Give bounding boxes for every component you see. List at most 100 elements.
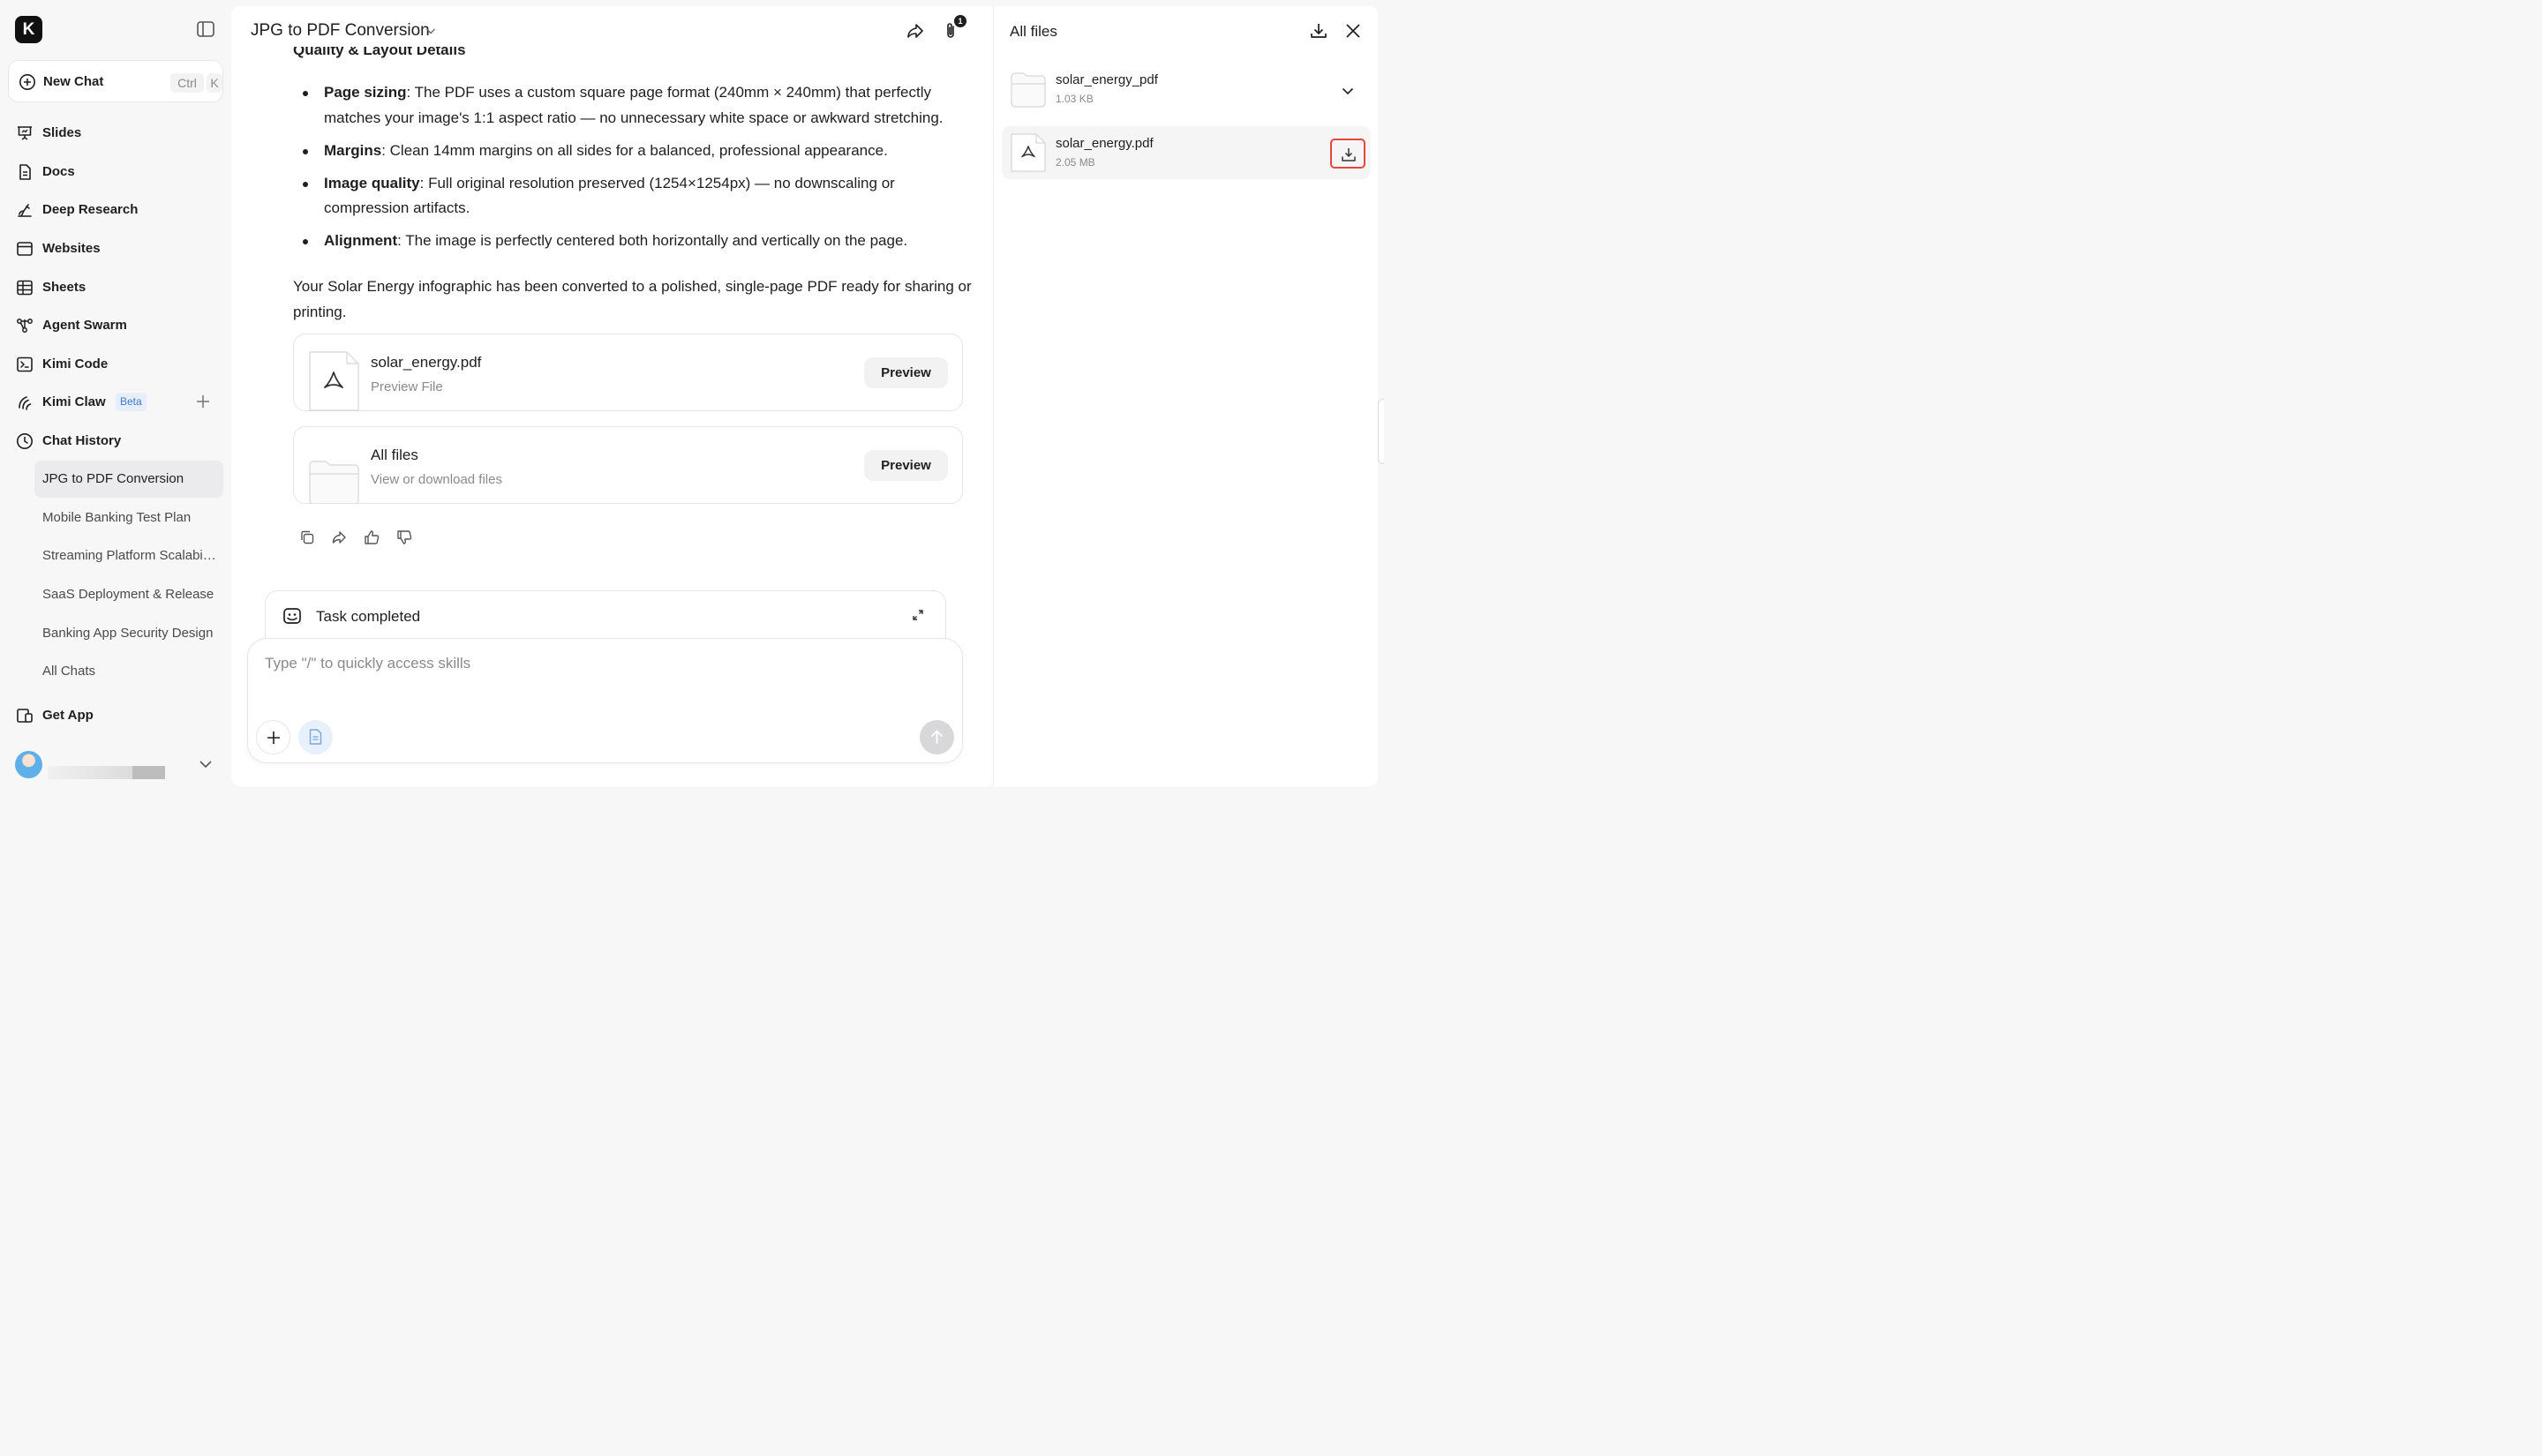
chevron-down-icon[interactable] [1340, 83, 1356, 99]
shortcut-k: K [207, 73, 222, 93]
message-composer[interactable]: Type "/" to quickly access skills [247, 638, 963, 763]
files-panel: All files solar_energy_pdf 1.03 KB solar… [993, 6, 1378, 786]
pdf-file-icon [1011, 133, 1046, 172]
chat-title[interactable]: JPG to PDF Conversion [251, 21, 430, 41]
file-size: 2.05 MB [1056, 156, 1095, 169]
preview-button[interactable]: Preview [864, 450, 948, 481]
download-file-button[interactable] [1330, 139, 1365, 169]
add-attachment-button[interactable] [256, 720, 290, 754]
document-icon [309, 729, 322, 745]
arrow-up-icon [931, 730, 943, 744]
sidebar-item-label: Kimi Claw [42, 394, 106, 409]
agent-swarm-icon [17, 319, 33, 333]
add-icon[interactable] [195, 394, 211, 409]
docs-icon [19, 164, 31, 180]
file-subtitle: Preview File [371, 379, 443, 394]
history-item[interactable]: JPG to PDF Conversion [34, 461, 223, 498]
preview-button[interactable]: Preview [864, 357, 948, 388]
history-item[interactable]: Streaming Platform Scalability [34, 537, 223, 574]
device-icon [17, 709, 33, 723]
history-item-label: JPG to PDF Conversion [42, 471, 184, 486]
avatar[interactable] [15, 751, 42, 778]
sidebar-item-slides[interactable]: Slides [8, 116, 223, 151]
doc-mode-button[interactable] [298, 720, 333, 754]
sidebar-item-deep-research[interactable]: Deep Research [8, 192, 223, 228]
sidebar-item-label: Slides [42, 125, 82, 140]
task-status-label: Task completed [316, 608, 421, 625]
sheets-icon [17, 280, 33, 296]
list-item: Image quality: Full original resolution … [293, 171, 968, 221]
beta-badge: Beta [116, 393, 147, 411]
expand-icon[interactable] [912, 609, 924, 621]
sidebar-item-docs[interactable]: Docs [8, 154, 223, 190]
plus-circle-icon [19, 74, 35, 90]
plus-icon [267, 732, 280, 744]
chat-main: JPG to PDF Conversion 1 Quality & Layout… [231, 6, 994, 786]
all-files-card[interactable]: All files View or download files Preview [293, 426, 963, 504]
file-name: solar_energy.pdf [371, 354, 482, 371]
copy-icon[interactable] [299, 529, 315, 545]
chevron-down-icon[interactable] [198, 756, 214, 772]
share-icon[interactable] [906, 21, 925, 41]
composer-placeholder[interactable]: Type "/" to quickly access skills [265, 655, 470, 672]
new-chat-button[interactable]: New Chat Ctrl K [8, 60, 223, 102]
new-chat-label: New Chat [43, 74, 104, 89]
folder-icon [1011, 72, 1046, 108]
pdf-file-row[interactable]: solar_energy.pdf 2.05 MB [1002, 126, 1371, 179]
kimi-logo[interactable]: K [15, 16, 42, 43]
sidebar-item-label: Websites [42, 241, 101, 256]
all-chats-link[interactable]: All Chats [34, 653, 223, 690]
chevron-down-icon[interactable] [425, 25, 437, 37]
sidebar-item-agent-swarm[interactable]: Agent Swarm [8, 308, 223, 343]
sidebar-item-sheets[interactable]: Sheets [8, 270, 223, 305]
code-icon [17, 356, 33, 372]
folder-icon [309, 461, 359, 504]
deep-research-icon [18, 204, 32, 217]
file-size: 1.03 KB [1056, 93, 1094, 105]
download-icon [1342, 148, 1356, 161]
clock-icon [17, 433, 33, 449]
bullet-list: Page sizing: The PDF uses a custom squar… [293, 80, 968, 261]
sidebar-item-label: Chat History [42, 433, 122, 448]
download-all-icon[interactable] [1309, 21, 1328, 41]
slides-icon [18, 126, 32, 140]
sidebar-item-label: Sheets [42, 280, 86, 295]
sidebar-item-websites[interactable]: Websites [8, 231, 223, 266]
history-item[interactable]: Mobile Banking Test Plan [34, 499, 223, 537]
get-app-button[interactable]: Get App [8, 698, 223, 733]
file-name: solar_energy_pdf [1056, 72, 1158, 87]
send-button[interactable] [920, 720, 954, 754]
sidebar-toggle-icon[interactable] [197, 21, 214, 37]
history-item-label: Mobile Banking Test Plan [42, 510, 192, 525]
sidebar-item-label: Agent Swarm [42, 318, 127, 333]
attachment-count-badge: 1 [954, 15, 966, 27]
list-item: Alignment: The image is perfectly center… [293, 229, 968, 254]
claw-icon [19, 396, 32, 410]
share-icon[interactable] [331, 529, 347, 545]
sidebar-item-chat-history[interactable]: Chat History [8, 424, 223, 459]
all-chats-label: All Chats [42, 664, 96, 679]
panel-edge-handle[interactable] [1378, 399, 1384, 464]
history-item-label: Banking App Security Design [42, 626, 214, 641]
task-status-card[interactable]: Task completed [265, 590, 946, 643]
sidebar-item-label: Docs [42, 164, 75, 179]
pdf-file-card[interactable]: solar_energy.pdf Preview File Preview [293, 334, 963, 411]
thumbs-down-icon[interactable] [396, 529, 412, 545]
section-heading: Quality & Layout Details [293, 47, 466, 58]
sidebar-item-kimi-code[interactable]: Kimi Code [8, 347, 223, 382]
history-item[interactable]: SaaS Deployment & Release [34, 576, 223, 613]
close-icon[interactable] [1344, 22, 1362, 40]
folder-row[interactable]: solar_energy_pdf 1.03 KB [1002, 63, 1371, 116]
history-item-label: SaaS Deployment & Release [42, 587, 214, 602]
thumbs-up-icon[interactable] [364, 529, 380, 545]
list-item: Margins: Clean 14mm margins on all sides… [293, 139, 968, 164]
sidebar-item-label: Deep Research [42, 202, 139, 217]
sidebar-item-kimi-claw[interactable]: Kimi Claw Beta [8, 385, 223, 420]
history-item[interactable]: Banking App Security Design [34, 615, 223, 652]
summary-text: Your Solar Energy infographic has been c… [293, 278, 972, 320]
sidebar: K New Chat Ctrl K Slides Docs Deep Resea… [0, 0, 231, 792]
sidebar-item-label: Kimi Code [42, 356, 109, 372]
history-item-label: Streaming Platform Scalability [42, 548, 217, 563]
pdf-file-icon [309, 351, 359, 411]
shortcut-ctrl: Ctrl [170, 73, 204, 93]
